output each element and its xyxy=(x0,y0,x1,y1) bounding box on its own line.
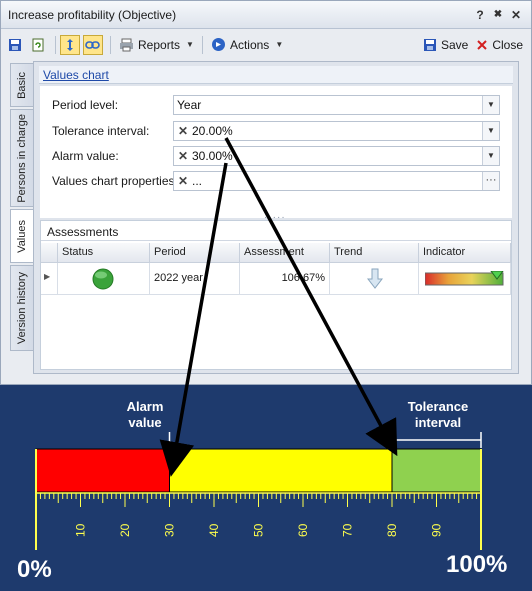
save-icon-button[interactable] xyxy=(5,35,25,55)
close-window-button[interactable]: ✕ xyxy=(509,7,523,23)
column-header-assessment[interactable]: Assessment xyxy=(240,243,330,263)
tolerance-interval-label: Tolerance interval: xyxy=(52,124,150,138)
expand-arrows-icon xyxy=(67,38,73,51)
clear-icon[interactable]: ✕ xyxy=(176,149,190,163)
chevron-down-icon[interactable]: ▼ xyxy=(482,147,499,165)
window-title: Increase profitability (Objective) xyxy=(8,7,177,22)
values-chart-link[interactable]: Values chart xyxy=(43,68,109,82)
period-cell: 2022 year xyxy=(150,263,240,295)
actions-label: Actions xyxy=(229,37,270,52)
values-panel: Values chart Period level: Year ▼ Tolera… xyxy=(33,61,519,374)
toolbar: Reports ▼ Actions ▼ Save Close xyxy=(5,32,527,57)
indicator-gauge xyxy=(425,271,504,286)
column-header-indicator[interactable]: Indicator xyxy=(419,243,511,263)
tolerance-interval-row: Tolerance interval: ✕ 20.00% ▼ xyxy=(40,121,512,141)
reports-menu-button[interactable]: Reports ▼ xyxy=(115,34,198,56)
green-status-circle-icon xyxy=(92,268,114,290)
chevron-down-icon[interactable]: ▼ xyxy=(482,122,499,140)
tab-persons-in-charge[interactable]: Persons in charge xyxy=(10,109,33,207)
period-level-label: Period level: xyxy=(52,98,119,112)
reports-label: Reports xyxy=(138,37,181,52)
scale-tick-label: 70 xyxy=(341,523,355,537)
clear-icon[interactable]: ✕ xyxy=(176,174,190,188)
floppy-icon xyxy=(423,38,436,51)
save-button[interactable]: Save xyxy=(419,34,472,56)
pin-button[interactable]: ✖ xyxy=(491,7,505,23)
refresh-icon-button[interactable] xyxy=(28,35,48,55)
floppy-icon xyxy=(9,38,21,51)
alarm-value-callout: Alarm value xyxy=(126,399,164,430)
vertical-tabs: Basic Persons in charge Values Version h… xyxy=(10,63,33,353)
scale-tick-label: 20 xyxy=(118,523,132,537)
document-refresh-icon xyxy=(32,38,44,51)
scale-tick-label: 30 xyxy=(163,523,177,537)
expand-toggle-button[interactable] xyxy=(60,34,80,55)
chart-properties-field[interactable]: ✕ ... ··· xyxy=(173,171,500,191)
alarm-value-row: Alarm value: ✕ 30.00% ▼ xyxy=(40,146,512,166)
chart-properties-label: Values chart properties: xyxy=(52,174,178,188)
help-button[interactable]: ? xyxy=(473,7,487,23)
scale-ticks: 10 20 30 40 50 60 70 80 90 xyxy=(35,449,482,550)
close-label: Close xyxy=(492,37,523,52)
save-label: Save xyxy=(440,37,469,52)
table-row[interactable]: ▶ 2022 year 106.67% xyxy=(41,263,511,295)
scale-tick-label: 40 xyxy=(207,523,221,537)
actions-globe-icon xyxy=(211,38,225,51)
trend-cell xyxy=(330,263,419,295)
period-level-row: Period level: Year ▼ xyxy=(40,95,512,115)
period-level-value: Year xyxy=(177,98,202,112)
scale-tick-label: 80 xyxy=(385,523,399,537)
printer-icon xyxy=(120,38,133,51)
green-zone xyxy=(391,448,482,493)
column-header-trend[interactable]: Trend xyxy=(330,243,419,263)
tab-version-history[interactable]: Version history xyxy=(10,265,33,351)
yellow-zone xyxy=(169,448,393,493)
chevron-down-icon: ▼ xyxy=(186,40,194,49)
alarm-value-value: 30.00% xyxy=(192,149,233,163)
alarm-value-field[interactable]: ✕ 30.00% ▼ xyxy=(173,146,500,166)
column-header-period[interactable]: Period xyxy=(150,243,240,263)
tab-values[interactable]: Values xyxy=(10,209,33,263)
scale-max-label: 100% xyxy=(446,551,508,578)
period-level-select[interactable]: Year ▼ xyxy=(173,95,500,115)
assessments-title: Assessments xyxy=(41,221,511,241)
grid-header: Status Period Assessment Trend Indicator xyxy=(41,243,511,263)
row-indicator-icon: ▶ xyxy=(41,263,58,295)
column-header-status[interactable]: Status xyxy=(58,243,150,263)
indicator-cell xyxy=(419,263,511,295)
clear-icon[interactable]: ✕ xyxy=(176,124,190,138)
assessments-panel: Assessments Status Period Assessment Tre… xyxy=(40,220,512,370)
tolerance-interval-callout: Tolerance interval xyxy=(407,399,469,430)
chevron-down-icon[interactable]: ▼ xyxy=(482,96,499,114)
close-icon xyxy=(477,39,488,50)
red-zone xyxy=(35,448,170,493)
chart-properties-row: Values chart properties: ✕ ... ··· xyxy=(40,171,512,191)
actions-menu-button[interactable]: Actions ▼ xyxy=(207,34,287,56)
scale-tick-label: 50 xyxy=(252,523,266,537)
scale-tick-label: 10 xyxy=(74,523,88,537)
chain-link-icon xyxy=(85,40,100,49)
link-toggle-button[interactable] xyxy=(83,34,103,55)
arrow-down-icon xyxy=(366,268,384,289)
objective-dialog: Increase profitability (Objective) ? ✖ ✕… xyxy=(0,0,532,385)
assessments-grid: Status Period Assessment Trend Indicator… xyxy=(41,243,511,295)
tolerance-interval-field[interactable]: ✕ 20.00% ▼ xyxy=(173,121,500,141)
close-button[interactable]: Close xyxy=(472,34,527,56)
chevron-down-icon: ▼ xyxy=(275,40,284,49)
scale-min-label: 0% xyxy=(17,556,52,583)
tab-basic[interactable]: Basic xyxy=(10,63,33,107)
assessment-cell: 106.67% xyxy=(240,263,330,295)
tolerance-interval-value: 20.00% xyxy=(192,124,233,138)
ellipsis-button[interactable]: ··· xyxy=(482,172,499,190)
status-cell xyxy=(58,263,150,295)
scale-tick-label: 90 xyxy=(430,523,444,537)
values-chart-header: Values chart xyxy=(39,66,513,84)
values-chart-form: Period level: Year ▼ Tolerance interval:… xyxy=(40,86,512,218)
title-bar: Increase profitability (Objective) ? ✖ ✕ xyxy=(1,1,531,29)
scale-tick-label: 60 xyxy=(296,523,310,537)
alarm-value-label: Alarm value: xyxy=(52,149,119,163)
chart-properties-value: ... xyxy=(192,174,203,188)
